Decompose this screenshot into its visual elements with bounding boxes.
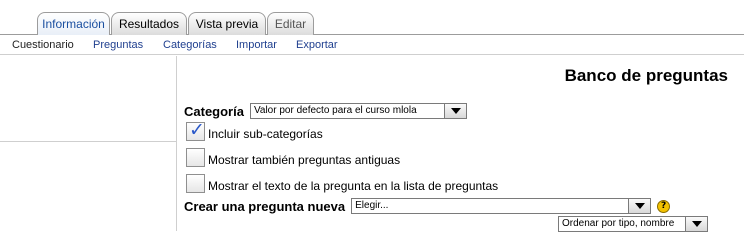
category-row: Categoría Valor por defecto para el curs… (184, 102, 467, 120)
create-question-row: Crear una pregunta nueva Elegir... ? (184, 198, 671, 214)
create-question-label: Crear una pregunta nueva (184, 198, 346, 214)
include-subcategories-label: Incluir sub-categorías (208, 127, 323, 141)
option-include-subcategories: Incluir sub-categorías (186, 119, 323, 141)
tab-informacion[interactable]: Información (37, 12, 110, 36)
option-show-old-questions: Mostrar también preguntas antiguas (186, 148, 400, 167)
subtab-cuestionario[interactable]: Cuestionario (12, 38, 74, 52)
subtab-bar: Cuestionario Preguntas Categorías Import… (0, 35, 744, 55)
subtab-categorias[interactable]: Categorías (163, 38, 217, 52)
tab-vista-previa[interactable]: Vista previa (188, 12, 266, 35)
subtab-importar[interactable]: Importar (236, 38, 277, 52)
column-divider (176, 56, 177, 231)
help-icon[interactable]: ? (657, 199, 671, 213)
question-type-select[interactable]: Elegir... (351, 198, 652, 214)
sort-select-value: Ordenar por tipo, nombre (562, 218, 675, 229)
question-type-select-value: Elegir... (355, 200, 389, 211)
chevron-down-icon (443, 104, 466, 118)
chevron-down-icon (628, 199, 651, 213)
option-show-question-text: Mostrar el texto de la pregunta en la li… (186, 174, 498, 193)
include-subcategories-checkbox[interactable] (186, 119, 205, 141)
tab-resultados[interactable]: Resultados (111, 12, 187, 35)
page-title: Banco de preguntas (564, 66, 728, 85)
show-old-questions-checkbox[interactable] (186, 148, 205, 167)
show-question-text-checkbox[interactable] (186, 174, 205, 193)
tab-bar: Información Resultados Vista previa Edit… (0, 0, 744, 36)
category-label: Categoría (184, 103, 244, 119)
category-select[interactable]: Valor por defecto para el curso mlola (249, 103, 467, 119)
show-question-text-label: Mostrar el texto de la pregunta en la li… (208, 179, 499, 193)
sort-select[interactable]: Ordenar por tipo, nombre (558, 216, 708, 232)
subtab-preguntas[interactable]: Preguntas (93, 38, 143, 52)
left-panel (0, 56, 177, 142)
category-select-value: Valor por defecto para el curso mlola (253, 105, 417, 116)
chevron-down-icon (685, 217, 707, 231)
tab-editar[interactable]: Editar (267, 12, 314, 35)
subtab-exportar[interactable]: Exportar (296, 38, 338, 52)
show-old-questions-label: Mostrar también preguntas antiguas (208, 153, 401, 167)
